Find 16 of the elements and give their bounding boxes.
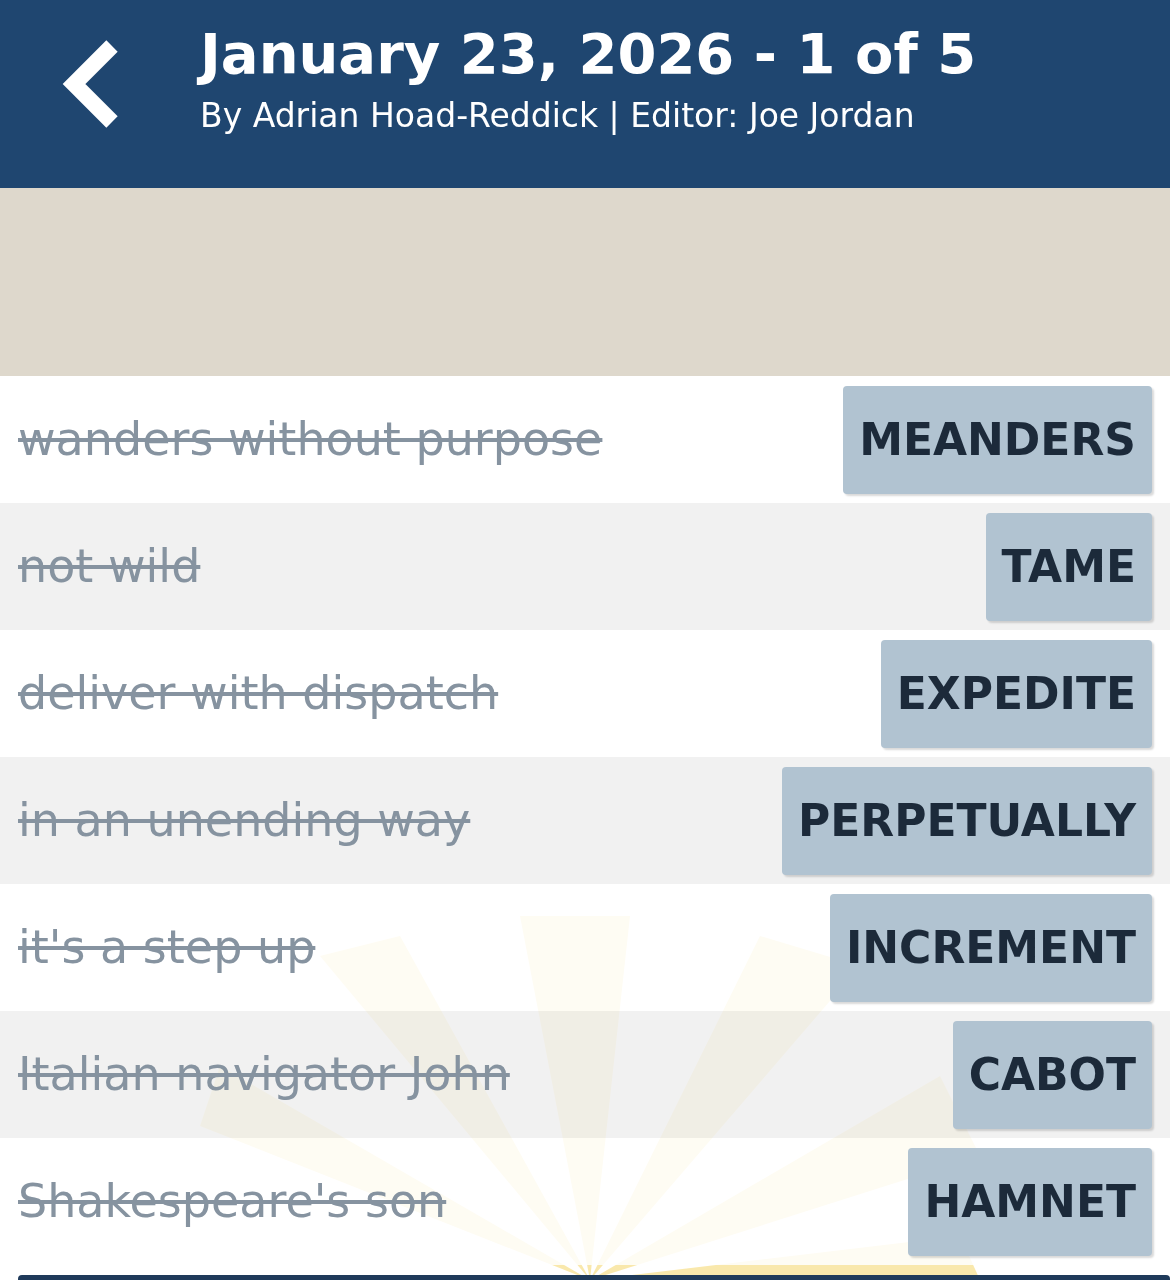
clue-text: not wild [18,538,201,595]
answer-button[interactable]: CABOT [952,1020,1152,1129]
answer-button[interactable]: EXPEDITE [880,639,1152,748]
byline: By Adrian Hoad-Reddick | Editor: Joe Jordan [200,95,916,137]
clue-text: deliver with dispatch [18,665,499,722]
answer-button[interactable]: MEANDERS [843,385,1152,494]
clue-text: it's a step up [18,919,316,976]
clue-text: Italian navigator John [18,1046,510,1103]
clue-text: wanders without purpose [18,411,603,468]
back-icon [60,38,120,128]
clue-text: Shakespeare's son [18,1173,447,1230]
answer-button[interactable]: TAME [985,512,1152,621]
answer-button[interactable]: PERPETUALLY [782,766,1152,875]
answer-button[interactable]: HAMNET [908,1147,1152,1256]
answer-button[interactable]: INCREMENT [829,893,1152,1002]
clue-text: in an unending way [18,792,471,849]
